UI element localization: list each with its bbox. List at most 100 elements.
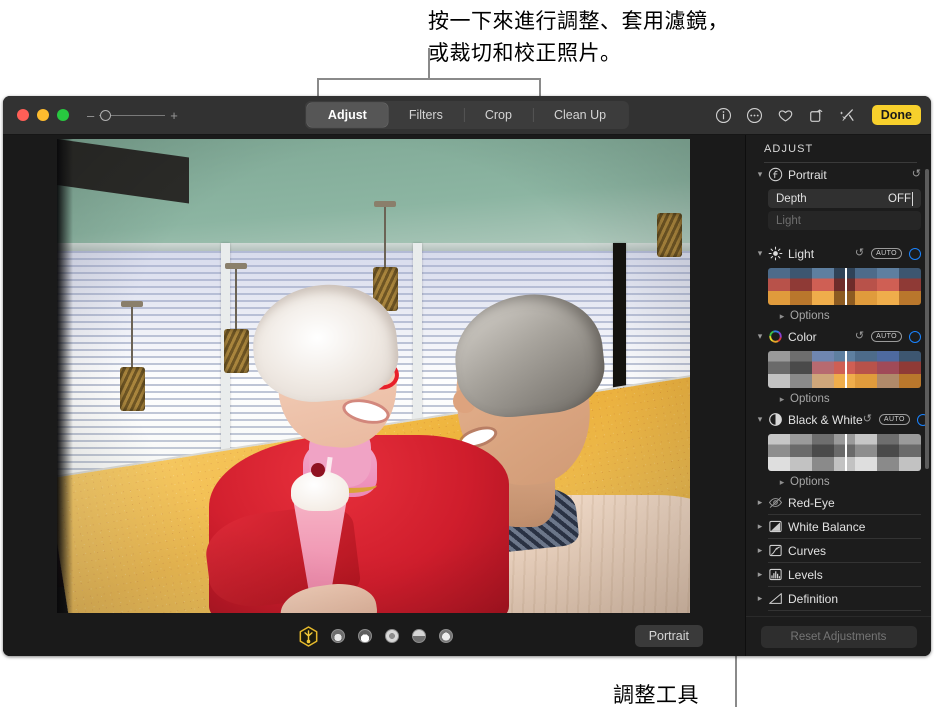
portrait-button[interactable]: Portrait: [634, 624, 703, 648]
adjustment-group-white-balance[interactable]: ▸ White Balance: [754, 515, 931, 538]
preview-thumb[interactable]: [877, 268, 900, 305]
tab-adjust[interactable]: Adjust: [306, 103, 388, 127]
revert-icon[interactable]: ↺: [863, 414, 872, 425]
strip-playhead[interactable]: [844, 434, 847, 471]
auto-badge[interactable]: AUTO: [871, 247, 902, 260]
tab-filters[interactable]: Filters: [388, 103, 464, 127]
chevron-down-icon[interactable]: ▾: [754, 169, 766, 180]
close-button[interactable]: [17, 109, 29, 121]
inspector-scroll-area[interactable]: ▾ Portrait ↺ Depth OFF Light ▾ Light ↺ A…: [746, 163, 931, 616]
revert-icon[interactable]: ↺: [912, 169, 921, 180]
color-options-row[interactable]: ▸ Options: [776, 390, 931, 408]
preview-thumb[interactable]: [811, 351, 834, 388]
edited-photo[interactable]: [57, 139, 690, 613]
minimize-button[interactable]: [37, 109, 49, 121]
text-caret: [912, 191, 913, 206]
preview-thumb[interactable]: [855, 268, 878, 305]
chevron-down-icon[interactable]: ▾: [754, 414, 766, 425]
adjustment-group-curves[interactable]: ▸ Curves: [754, 539, 931, 562]
light-options-row[interactable]: ▸ Options: [776, 307, 931, 325]
adjustment-group-red-eye[interactable]: ▸ Red-Eye: [754, 491, 931, 514]
preview-thumb[interactable]: [789, 268, 812, 305]
adjustment-group-portrait[interactable]: ▾ Portrait ↺: [754, 163, 931, 186]
chevron-right-icon[interactable]: ▸: [754, 497, 766, 508]
chevron-down-icon[interactable]: ▾: [754, 248, 766, 259]
preview-thumb[interactable]: [811, 268, 834, 305]
strip-playhead[interactable]: [844, 351, 847, 388]
photos-editor-window: – + Adjust Filters Crop Clean Up Done Po…: [3, 96, 931, 656]
portrait-depth-field[interactable]: Depth OFF: [768, 189, 921, 208]
preview-thumb[interactable]: [789, 351, 812, 388]
filter-dot-2[interactable]: [358, 629, 372, 643]
strip-playhead[interactable]: [844, 268, 847, 305]
chevron-right-icon[interactable]: ▸: [754, 593, 766, 604]
zoom-in-icon[interactable]: +: [170, 109, 178, 122]
info-icon[interactable]: [715, 107, 732, 124]
preview-thumb[interactable]: [811, 434, 834, 471]
adjustment-group-definition[interactable]: ▸ Definition: [754, 587, 931, 610]
chevron-down-icon[interactable]: ▾: [754, 331, 766, 342]
preview-thumb[interactable]: [768, 434, 790, 471]
enhance-cube-icon[interactable]: [299, 625, 318, 647]
enable-toggle[interactable]: [909, 247, 921, 260]
auto-badge[interactable]: AUTO: [871, 330, 902, 343]
black-and-white-options-row[interactable]: ▸ Options: [776, 473, 931, 491]
chevron-right-icon[interactable]: ▸: [754, 545, 766, 556]
preview-thumb[interactable]: [899, 434, 921, 471]
window-traffic-lights[interactable]: [17, 109, 69, 121]
filter-dot-5[interactable]: [439, 629, 453, 643]
chevron-right-icon[interactable]: ▸: [754, 521, 766, 532]
heart-icon[interactable]: [777, 107, 794, 124]
preview-thumb[interactable]: [899, 351, 921, 388]
chevron-right-icon[interactable]: ▸: [754, 569, 766, 580]
options-label: Options: [790, 393, 830, 405]
done-button[interactable]: Done: [871, 104, 921, 126]
revert-icon[interactable]: ↺: [855, 331, 864, 342]
callout-top-text: 按一下來進行調整、套用濾鏡， 或裁切和校正照片。: [428, 10, 729, 65]
auto-enhance-wand-icon[interactable]: [839, 107, 856, 124]
photo-canvas-area: Portrait: [3, 135, 745, 656]
revert-icon[interactable]: ↺: [855, 248, 864, 259]
adjustment-group-light[interactable]: ▾ Light ↺ AUTO: [754, 242, 931, 265]
enable-toggle[interactable]: [909, 330, 921, 343]
filter-dot-1[interactable]: [331, 629, 345, 643]
zoom-slider-track[interactable]: [99, 109, 166, 121]
rotate-icon[interactable]: [808, 107, 825, 124]
preview-thumb[interactable]: [768, 351, 790, 388]
preview-thumb[interactable]: [768, 268, 790, 305]
preview-thumb[interactable]: [855, 351, 878, 388]
group-label-red-eye: Red-Eye: [788, 495, 835, 510]
preview-thumb[interactable]: [899, 268, 921, 305]
color-preview-strip[interactable]: [768, 351, 921, 388]
chevron-right-icon[interactable]: ▸: [776, 311, 788, 322]
filter-dots[interactable]: [299, 625, 453, 647]
preview-thumb[interactable]: [877, 434, 900, 471]
auto-badge[interactable]: AUTO: [878, 413, 910, 426]
adjustment-group-black-and-white[interactable]: ▾ Black & White ↺ AUTO: [754, 408, 931, 431]
zoom-out-icon[interactable]: –: [87, 109, 94, 122]
adjustment-group-color[interactable]: ▾ Color ↺ AUTO: [754, 325, 931, 348]
adjustment-group-levels[interactable]: ▸ Levels: [754, 563, 931, 586]
reset-adjustments-button[interactable]: Reset Adjustments: [760, 625, 917, 648]
zoom-button[interactable]: [57, 109, 69, 121]
zoom-slider[interactable]: – +: [87, 109, 178, 122]
adjust-inspector-panel: ADJUST ▾ Portrait ↺ Depth OFF Light ▾ Li…: [745, 135, 931, 656]
light-preview-strip[interactable]: [768, 268, 921, 305]
preview-thumb[interactable]: [789, 434, 812, 471]
tab-crop[interactable]: Crop: [463, 103, 533, 127]
preview-thumb[interactable]: [877, 351, 900, 388]
zoom-slider-knob[interactable]: [100, 109, 112, 121]
preview-thumb[interactable]: [855, 434, 878, 471]
inspector-footer: Reset Adjustments: [746, 616, 931, 656]
adjustment-group-selective-color[interactable]: ▸ Selective Color: [754, 611, 931, 617]
portrait-light-field[interactable]: Light: [768, 211, 921, 230]
chevron-right-icon[interactable]: ▸: [776, 477, 788, 488]
chevron-right-icon[interactable]: ▸: [776, 394, 788, 405]
edit-mode-segmented-control[interactable]: Adjust Filters Crop Clean Up: [304, 101, 630, 129]
filter-dot-3[interactable]: [385, 629, 399, 643]
inspector-scrollbar[interactable]: [925, 169, 929, 469]
more-options-icon[interactable]: [746, 107, 763, 124]
black-and-white-preview-strip[interactable]: [768, 434, 921, 471]
tab-clean-up[interactable]: Clean Up: [532, 103, 627, 127]
filter-dot-4[interactable]: [412, 629, 426, 643]
